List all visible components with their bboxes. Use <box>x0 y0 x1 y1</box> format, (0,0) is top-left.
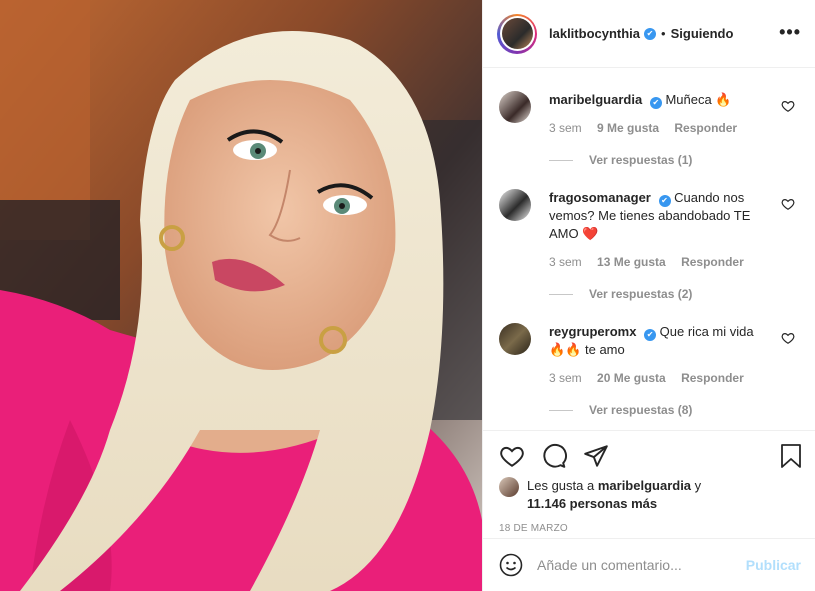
comment-meta: 3 sem 9 Me gusta Responder <box>549 121 749 135</box>
separator-dot: • <box>661 26 666 41</box>
comment-icon[interactable] <box>541 443 567 469</box>
author-avatar[interactable] <box>497 13 537 54</box>
verified-badge-icon: ✔ <box>644 329 657 341</box>
comment-likes[interactable]: 20 Me gusta <box>597 371 666 385</box>
comment-text: Muñeca 🔥 <box>665 92 732 107</box>
bookmark-icon[interactable] <box>779 443 803 469</box>
liker-avatar[interactable] <box>499 477 519 497</box>
likes-others[interactable]: 11.146 personas más <box>527 496 657 511</box>
replies-divider <box>549 409 573 411</box>
likes-summary: Les gusta a maribelguardia y 11.146 pers… <box>499 477 801 513</box>
replies-divider <box>549 159 573 161</box>
comment-like-heart-icon[interactable] <box>781 197 795 211</box>
comment-time: 3 sem <box>549 371 582 385</box>
comment-meta: 3 sem 13 Me gusta Responder <box>549 255 769 269</box>
comment-text-block: fragosomanager ✔ Cuando nos vemos? Me ti… <box>549 189 769 243</box>
comment-avatar[interactable] <box>499 91 531 123</box>
likes-prefix: Les gusta a <box>527 478 595 493</box>
comment-like-heart-icon[interactable] <box>781 99 795 113</box>
comment-meta: 3 sem 20 Me gusta Responder <box>549 371 769 385</box>
comment-text-block: maribelguardia ✔ Muñeca 🔥 <box>549 91 749 109</box>
post-header: laklitbocynthia ✔ • Siguiendo ••• <box>483 0 815 68</box>
post-date[interactable]: 18 DE MARZO <box>499 523 801 534</box>
view-replies-label: Ver respuestas (2) <box>589 287 693 301</box>
post-actions: Les gusta a maribelguardia y 11.146 pers… <box>483 430 815 534</box>
heart-icon[interactable] <box>499 443 525 469</box>
more-options-icon[interactable]: ••• <box>779 22 801 43</box>
view-replies-label: Ver respuestas (8) <box>589 403 693 417</box>
comment-username[interactable]: maribelguardia <box>549 92 642 107</box>
comment-avatar[interactable] <box>499 323 531 355</box>
comment-item: fragosomanager ✔ Cuando nos vemos? Me ti… <box>499 189 799 269</box>
view-replies-button[interactable]: Ver respuestas (8) <box>549 403 799 417</box>
publish-button[interactable]: Publicar <box>746 557 801 573</box>
comment-item: maribelguardia ✔ Muñeca 🔥 3 sem 9 Me gus… <box>499 91 799 135</box>
view-replies-label: Ver respuestas (1) <box>589 153 693 167</box>
author-username[interactable]: laklitbocynthia <box>549 26 640 41</box>
comment-username[interactable]: reygruperomx <box>549 324 636 339</box>
add-comment-bar: Añade un comentario... Publicar <box>483 538 815 591</box>
post-photo[interactable] <box>0 0 482 591</box>
reply-button[interactable]: Responder <box>674 121 737 135</box>
likes-conj: y <box>694 478 702 493</box>
comment-item: reygruperomx ✔ Que rica mi vida 🔥🔥 te am… <box>499 323 799 385</box>
comments-list[interactable]: maribelguardia ✔ Muñeca 🔥 3 sem 9 Me gus… <box>483 69 815 429</box>
comment-avatar[interactable] <box>499 189 531 221</box>
emoji-icon[interactable] <box>499 553 523 577</box>
comment-likes[interactable]: 9 Me gusta <box>597 121 659 135</box>
comment-time: 3 sem <box>549 121 582 135</box>
post-side-panel: laklitbocynthia ✔ • Siguiendo ••• maribe… <box>482 0 815 591</box>
comment-like-heart-icon[interactable] <box>781 331 795 345</box>
action-icons-row <box>499 443 801 469</box>
view-replies-button[interactable]: Ver respuestas (2) <box>549 287 799 301</box>
liker-username[interactable]: maribelguardia <box>598 478 691 493</box>
reply-button[interactable]: Responder <box>681 371 744 385</box>
comment-likes[interactable]: 13 Me gusta <box>597 255 666 269</box>
comment-username[interactable]: fragosomanager <box>549 190 651 205</box>
share-icon[interactable] <box>583 443 609 469</box>
view-replies-button[interactable]: Ver respuestas (1) <box>549 153 799 167</box>
reply-button[interactable]: Responder <box>681 255 744 269</box>
verified-badge-icon: ✔ <box>649 97 662 109</box>
verified-badge-icon: ✔ <box>658 195 671 207</box>
portrait-image <box>0 0 482 591</box>
comment-text-block: reygruperomx ✔ Que rica mi vida 🔥🔥 te am… <box>549 323 769 359</box>
following-button[interactable]: Siguiendo <box>671 26 734 41</box>
comment-time: 3 sem <box>549 255 582 269</box>
comment-input[interactable]: Añade un comentario... <box>537 557 746 573</box>
verified-badge-icon: ✔ <box>644 27 657 40</box>
replies-divider <box>549 293 573 295</box>
